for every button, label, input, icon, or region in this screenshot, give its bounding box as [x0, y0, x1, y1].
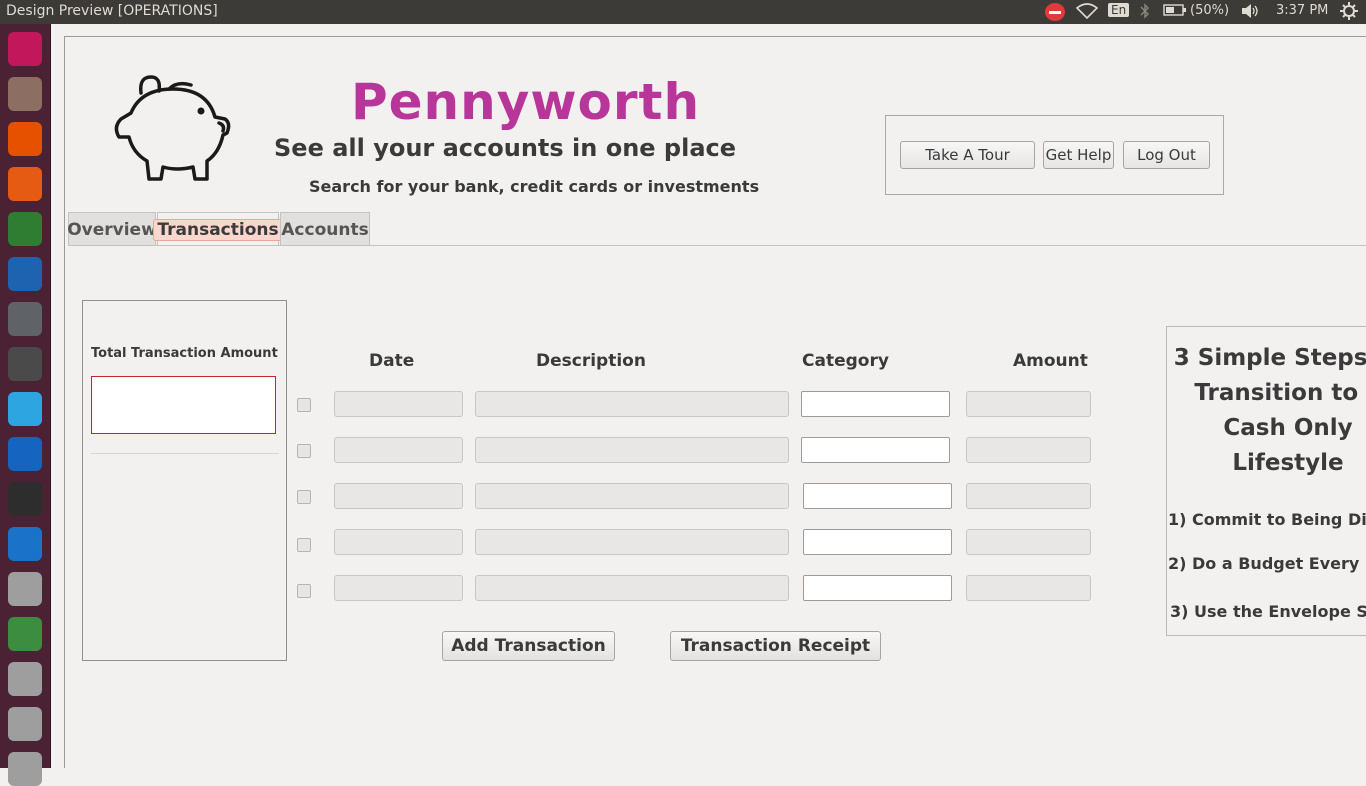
- help-icon[interactable]: [8, 572, 42, 606]
- table-row: [295, 483, 1095, 513]
- software-center-icon[interactable]: [8, 122, 42, 156]
- take-a-tour-button[interactable]: Take A Tour: [900, 141, 1035, 169]
- step-item: 3) Use the Envelope System: [1170, 602, 1366, 621]
- add-transaction-button[interactable]: Add Transaction: [442, 631, 615, 661]
- tagline: See all your accounts in one place: [274, 134, 737, 162]
- table-row: [295, 529, 1095, 559]
- unity-launcher: [0, 24, 51, 786]
- date-field[interactable]: [334, 529, 463, 555]
- row-checkbox[interactable]: [297, 490, 311, 504]
- step-item: 1) Commit to Being Different: [1168, 510, 1366, 529]
- amount-field[interactable]: [966, 437, 1091, 463]
- do-not-disturb-icon[interactable]: [1045, 3, 1065, 21]
- keyboard-layout-indicator[interactable]: En: [1108, 3, 1130, 18]
- column-header-category: Category: [802, 351, 889, 371]
- piggy-bank-logo: [114, 75, 231, 181]
- category-field[interactable]: [803, 575, 952, 601]
- table-row: [295, 575, 1095, 605]
- category-field[interactable]: [803, 529, 952, 555]
- tab-transactions[interactable]: Transactions: [153, 212, 283, 246]
- app-window: Pennyworth See all your accounts in one …: [64, 36, 1366, 768]
- row-checkbox[interactable]: [297, 444, 311, 458]
- clock[interactable]: 3:37 PM: [1276, 3, 1328, 18]
- description-field[interactable]: [475, 391, 789, 417]
- qbittorrent-icon[interactable]: [8, 257, 42, 291]
- firefox-icon[interactable]: [8, 167, 42, 201]
- table-row: [295, 437, 1095, 467]
- description-field[interactable]: [475, 575, 789, 601]
- column-header-date: Date: [369, 351, 415, 371]
- sublime-icon[interactable]: [8, 347, 42, 381]
- trash-icon[interactable]: [8, 752, 42, 786]
- amount-field[interactable]: [966, 575, 1091, 601]
- drive-icon[interactable]: [8, 662, 42, 696]
- android-studio-icon[interactable]: [8, 617, 42, 651]
- transaction-receipt-button[interactable]: Transaction Receipt: [670, 631, 881, 661]
- telegram-icon[interactable]: [8, 392, 42, 426]
- window-title: Design Preview [OPERATIONS]: [6, 3, 218, 19]
- app-title: Pennyworth: [351, 73, 701, 131]
- virtualbox-icon[interactable]: [8, 527, 42, 561]
- row-checkbox[interactable]: [297, 538, 311, 552]
- description-field[interactable]: [475, 483, 789, 509]
- date-field[interactable]: [334, 437, 463, 463]
- category-field[interactable]: [801, 437, 950, 463]
- amount-field[interactable]: [966, 391, 1091, 417]
- settings-gear-icon[interactable]: [1340, 2, 1358, 24]
- row-checkbox[interactable]: [297, 584, 311, 598]
- category-field[interactable]: [803, 483, 952, 509]
- steps-panel: 3 Simple Steps to Transition to a Cash O…: [1166, 326, 1366, 636]
- text-editor-icon[interactable]: [8, 302, 42, 336]
- tab-divider: [68, 245, 1366, 246]
- volume-icon[interactable]: [1240, 3, 1260, 23]
- ubuntu-dash-icon[interactable]: [8, 32, 42, 66]
- tab-overview[interactable]: Overview: [67, 212, 157, 246]
- divider: [91, 453, 279, 454]
- terminal-icon[interactable]: [8, 482, 42, 516]
- step-item: 2) Do a Budget Every Month: [1168, 554, 1366, 573]
- total-transaction-amount-field[interactable]: [91, 376, 276, 434]
- description-field[interactable]: [475, 437, 789, 463]
- row-checkbox[interactable]: [297, 398, 311, 412]
- battery-percentage: (50%): [1190, 3, 1230, 18]
- tab-accounts[interactable]: Accounts: [280, 212, 370, 246]
- drive-2-icon[interactable]: [8, 707, 42, 741]
- document-viewer-icon[interactable]: [8, 437, 42, 471]
- subtagline: Search for your bank, credit cards or in…: [309, 177, 760, 196]
- date-field[interactable]: [334, 575, 463, 601]
- top-panel: Design Preview [OPERATIONS] En (50%) 3:3…: [0, 0, 1366, 24]
- date-field[interactable]: [334, 391, 463, 417]
- header-button-group: Take A Tour Get Help Log Out: [885, 115, 1224, 195]
- table-row: [295, 391, 1095, 421]
- amount-field[interactable]: [966, 529, 1091, 555]
- chrome-icon[interactable]: [8, 212, 42, 246]
- category-field[interactable]: [801, 391, 950, 417]
- column-header-description: Description: [536, 351, 646, 371]
- date-field[interactable]: [334, 483, 463, 509]
- battery-icon[interactable]: [1163, 3, 1187, 21]
- amount-field[interactable]: [966, 483, 1091, 509]
- total-panel: Total Transaction Amount: [82, 300, 287, 661]
- steps-title: 3 Simple Steps to Transition to a Cash O…: [1173, 345, 1366, 476]
- wifi-icon[interactable]: [1075, 3, 1099, 23]
- get-help-button[interactable]: Get Help: [1043, 141, 1114, 169]
- total-transaction-amount-label: Total Transaction Amount: [91, 346, 278, 361]
- column-header-amount: Amount: [1013, 351, 1088, 371]
- log-out-button[interactable]: Log Out: [1123, 141, 1210, 169]
- description-field[interactable]: [475, 529, 789, 555]
- bluetooth-icon[interactable]: [1140, 3, 1150, 23]
- files-icon[interactable]: [8, 77, 42, 111]
